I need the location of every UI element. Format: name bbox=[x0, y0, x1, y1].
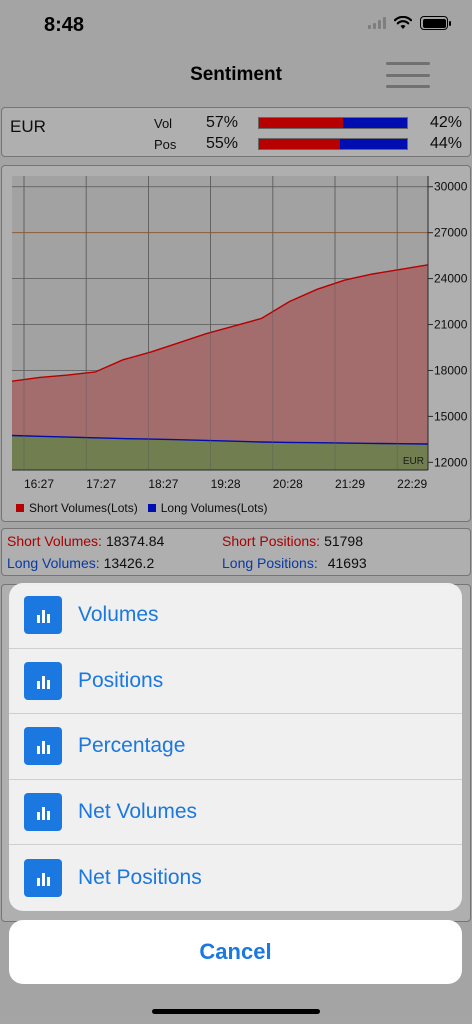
bar-chart-icon bbox=[24, 661, 62, 700]
sheet-item-percentage[interactable]: Percentage bbox=[9, 714, 462, 780]
sheet-item-label: Net Volumes bbox=[78, 800, 198, 824]
cancel-button[interactable]: Cancel bbox=[9, 920, 462, 984]
sheet-item-label: Positions bbox=[78, 668, 164, 692]
sheet-item-label: Percentage bbox=[78, 734, 186, 758]
bar-chart-icon bbox=[24, 793, 62, 832]
bar-chart-icon bbox=[24, 727, 62, 766]
sheet-item-label: Net Positions bbox=[78, 866, 202, 890]
action-sheet: Volumes Positions Percentage Net Volumes… bbox=[9, 583, 462, 911]
sheet-item-label: Volumes bbox=[78, 603, 159, 627]
bar-chart-icon bbox=[24, 859, 62, 898]
sheet-item-volumes[interactable]: Volumes bbox=[9, 583, 462, 649]
sheet-item-positions[interactable]: Positions bbox=[9, 649, 462, 715]
bar-chart-icon bbox=[24, 596, 62, 635]
home-indicator bbox=[152, 1009, 320, 1014]
sheet-item-net-volumes[interactable]: Net Volumes bbox=[9, 780, 462, 846]
sheet-item-net-positions[interactable]: Net Positions bbox=[9, 845, 462, 911]
